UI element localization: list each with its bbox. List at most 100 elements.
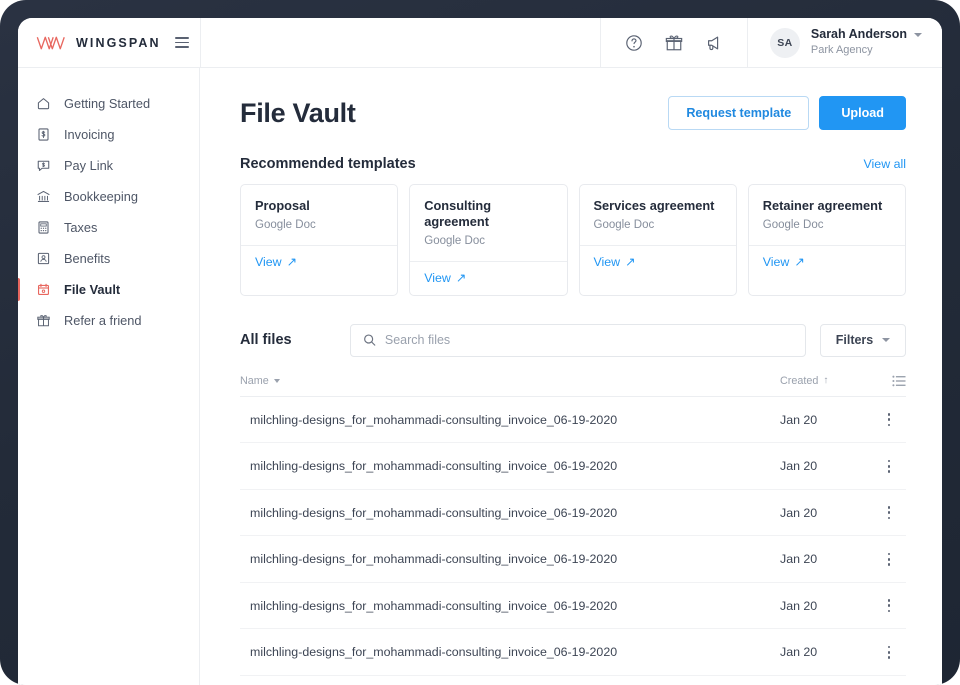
template-view-link[interactable]: View ↗ <box>579 244 736 279</box>
file-name: milchling-designs_for_mohammadi-consulti… <box>250 505 618 520</box>
column-header-name[interactable]: Name <box>240 375 780 387</box>
list-view-icon <box>892 375 906 387</box>
page-header-actions: Request template Upload <box>668 96 906 130</box>
table-row[interactable]: milchling-designs_for_mohammadi-consulti… <box>240 676 906 685</box>
device-frame: WINGSPAN SA Sarah Anderson Park Agency G… <box>0 0 960 685</box>
chevron-down-icon[interactable] <box>914 33 922 38</box>
sidebar-item-file-vault[interactable]: File Vault <box>18 274 199 305</box>
template-view-label: View <box>424 270 451 285</box>
gift-icon <box>37 314 50 327</box>
file-created-date: Jan 20 <box>780 505 818 520</box>
invoice-icon <box>38 128 49 141</box>
template-card-subtitle: Google Doc <box>762 218 824 231</box>
user-name-row: Sarah Anderson <box>811 27 922 43</box>
template-card[interactable]: Consulting agreement Google Doc View ↗ <box>409 184 568 296</box>
file-name: milchling-designs_for_mohammadi-consulti… <box>250 598 618 613</box>
gift-icon[interactable] <box>665 34 683 52</box>
template-card-title: Consulting agreement <box>424 198 492 229</box>
file-created-date: Jan 20 <box>780 598 818 613</box>
template-card-body: Services agreement Google Doc <box>580 185 736 245</box>
template-card-grid: Proposal Google Doc View ↗ Consulting ag… <box>240 184 906 296</box>
template-card[interactable]: Retainer agreement Google Doc View ↗ <box>747 184 906 296</box>
table-row[interactable]: milchling-designs_for_mohammadi-consulti… <box>240 397 906 444</box>
file-name: milchling-designs_for_mohammadi-consulti… <box>250 412 618 427</box>
all-files-title: All files <box>240 332 292 349</box>
more-vertical-icon[interactable] <box>872 552 906 566</box>
upload-button[interactable]: Upload <box>819 96 906 130</box>
file-vault-icon <box>37 283 50 296</box>
template-card-title: Proposal <box>255 198 310 213</box>
megaphone-icon[interactable] <box>705 34 723 52</box>
template-card[interactable]: Services agreement Google Doc View ↗ <box>578 184 737 296</box>
hamburger-menu-icon[interactable] <box>171 37 200 48</box>
sidebar: Getting Started Invoicing Pay Link Bookk… <box>18 68 200 685</box>
wingspan-w-logo-icon <box>36 36 65 49</box>
body-split: Getting Started Invoicing Pay Link Bookk… <box>18 68 942 685</box>
recommended-templates-header: Recommended templates View all <box>240 156 906 172</box>
app-window: WINGSPAN SA Sarah Anderson Park Agency G… <box>18 18 942 685</box>
table-row[interactable]: milchling-designs_for_mohammadi-consulti… <box>240 536 906 583</box>
file-created-date: Jan 20 <box>780 459 818 474</box>
sidebar-item-label: Invoicing <box>64 127 115 142</box>
sidebar-item-getting-started[interactable]: Getting Started <box>18 88 199 119</box>
sidebar-item-label: Pay Link <box>64 158 114 173</box>
sidebar-item-pay-link[interactable]: Pay Link <box>18 150 199 181</box>
external-link-arrow-icon: ↗ <box>794 254 805 269</box>
bank-icon <box>37 190 50 202</box>
view-all-link[interactable]: View all <box>864 157 906 171</box>
sidebar-item-bookkeeping[interactable]: Bookkeeping <box>18 181 199 212</box>
request-template-button[interactable]: Request template <box>668 96 810 130</box>
template-view-label: View <box>255 254 282 269</box>
external-link-arrow-icon: ↗ <box>625 254 636 269</box>
help-circle-icon[interactable] <box>625 34 643 52</box>
external-link-arrow-icon: ↗ <box>286 254 298 269</box>
file-created-date: Jan 20 <box>780 552 818 567</box>
more-vertical-icon[interactable] <box>872 645 906 659</box>
user-name: Sarah Anderson <box>810 27 907 42</box>
column-header-created[interactable]: Created ↑ <box>780 375 872 387</box>
brand-zone: WINGSPAN <box>18 18 200 67</box>
more-vertical-icon[interactable] <box>872 599 906 613</box>
sidebar-item-label: Bookkeeping <box>64 189 138 204</box>
table-row[interactable]: milchling-designs_for_mohammadi-consulti… <box>240 629 906 676</box>
filters-label: Filters <box>835 333 874 348</box>
main-content: File Vault Request template Upload Recom… <box>200 68 942 685</box>
avatar: SA <box>769 27 800 58</box>
home-icon <box>37 98 50 110</box>
template-card-body: Proposal Google Doc <box>241 185 397 245</box>
taxes-icon <box>38 221 49 234</box>
sidebar-item-refer-a-friend[interactable]: Refer a friend <box>18 305 199 336</box>
template-view-link[interactable]: View ↗ <box>410 260 567 295</box>
template-view-link[interactable]: View ↗ <box>241 244 398 279</box>
table-row[interactable]: milchling-designs_for_mohammadi-consulti… <box>240 490 906 537</box>
list-view-toggle[interactable] <box>872 375 906 387</box>
pay-link-icon <box>37 160 50 171</box>
brand-name: WINGSPAN <box>76 35 161 50</box>
page-header: File Vault Request template Upload <box>240 96 906 130</box>
table-row[interactable]: milchling-designs_for_mohammadi-consulti… <box>240 443 906 490</box>
file-created-date: Jan 20 <box>780 645 818 660</box>
sort-ascending-arrow-icon: ↑ <box>823 374 829 386</box>
template-card-subtitle: Google Doc <box>424 234 485 247</box>
table-row[interactable]: milchling-designs_for_mohammadi-consulti… <box>240 583 906 630</box>
sidebar-item-taxes[interactable]: Taxes <box>18 212 199 243</box>
more-vertical-icon[interactable] <box>872 506 906 520</box>
sort-descending-caret-icon <box>273 378 280 383</box>
sidebar-item-label: Benefits <box>64 251 111 266</box>
template-view-link[interactable]: View ↗ <box>748 244 905 279</box>
sidebar-item-benefits[interactable]: Benefits <box>18 243 199 274</box>
more-vertical-icon[interactable] <box>872 413 906 427</box>
template-card-title: Services agreement <box>593 198 715 213</box>
template-card-body: Consulting agreement Google Doc <box>410 185 566 261</box>
sidebar-item-invoicing[interactable]: Invoicing <box>18 119 199 150</box>
more-vertical-icon[interactable] <box>872 459 906 473</box>
template-card-body: Retainer agreement Google Doc <box>749 185 905 245</box>
template-card[interactable]: Proposal Google Doc View ↗ <box>240 184 399 296</box>
benefits-icon <box>37 252 50 265</box>
user-menu[interactable]: SA Sarah Anderson Park Agency <box>746 18 942 67</box>
filters-button[interactable]: Filters <box>820 323 906 357</box>
sidebar-item-label: Taxes <box>64 220 98 235</box>
search-input[interactable] <box>384 333 793 348</box>
search-files-field[interactable] <box>349 323 806 357</box>
recommended-templates-title: Recommended templates <box>240 156 416 172</box>
